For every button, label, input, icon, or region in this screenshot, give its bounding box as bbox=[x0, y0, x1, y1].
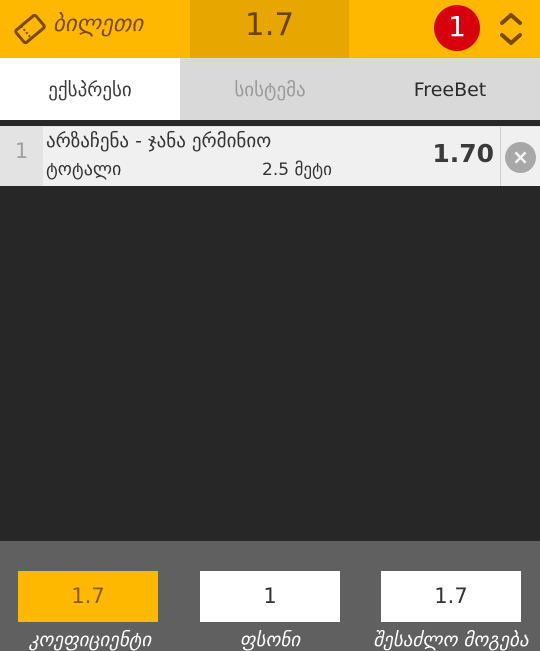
stake-label: ფსონი bbox=[239, 629, 301, 651]
coefficient-value: 1.7 bbox=[18, 571, 158, 622]
ticket-label: ბილეთი bbox=[53, 11, 144, 37]
ticket-toggle[interactable]: ბილეთი bbox=[0, 0, 190, 58]
possible-win-label: შესაძლო მოგება bbox=[373, 629, 529, 651]
tab-express[interactable]: ექსპრესი bbox=[0, 58, 180, 120]
betslip-header: ბილეთი 1.7 1 bbox=[0, 0, 540, 58]
stake-input[interactable]: 1 bbox=[200, 571, 340, 622]
divider bbox=[500, 127, 501, 186]
bet-market: ტოტალი bbox=[46, 159, 122, 180]
bet-selection: 2.5 მეტი bbox=[262, 160, 332, 180]
expand-collapse-icon[interactable] bbox=[497, 10, 525, 48]
remove-bet-close-icon[interactable]: × bbox=[505, 142, 536, 173]
coefficient-label: კოეფიციენტი bbox=[28, 629, 152, 651]
total-odds: 1.7 bbox=[190, 0, 349, 58]
bet-odds: 1.70 bbox=[432, 139, 494, 168]
tab-freebet[interactable]: FreeBet bbox=[360, 58, 540, 120]
bet-index: 1 bbox=[0, 127, 43, 186]
tab-system[interactable]: სისტემა bbox=[180, 58, 360, 120]
bet-count-badge: 1 bbox=[434, 5, 480, 51]
bet-match-name: არზაჩენა - ჯანა ერმინიო bbox=[46, 130, 272, 152]
bet-type-tabs: ექსპრესი სისტემა FreeBet bbox=[0, 58, 540, 120]
betslip-footer: 1.7 1 1.7 კოეფიციენტი ფსონი შესაძლო მოგე… bbox=[0, 541, 540, 651]
bet-row: 1 არზაჩენა - ჯანა ერმინიო ტოტალი 2.5 მეტ… bbox=[0, 126, 540, 186]
ticket-icon bbox=[14, 13, 46, 45]
possible-win-value: 1.7 bbox=[381, 571, 521, 622]
